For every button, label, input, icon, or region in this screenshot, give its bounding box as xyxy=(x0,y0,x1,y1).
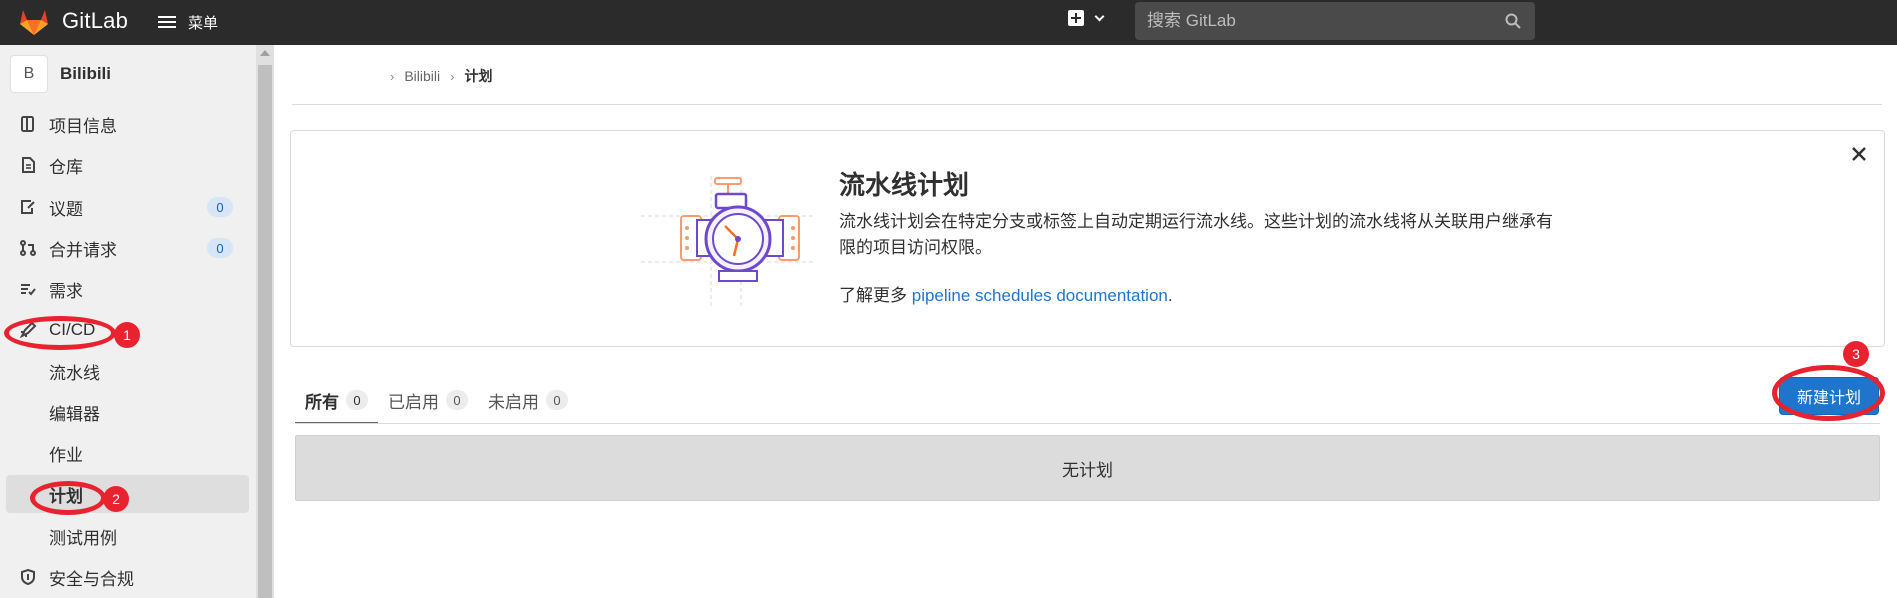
tab-count-badge: 0 xyxy=(446,390,468,410)
close-icon[interactable] xyxy=(1850,145,1868,163)
sidebar-item-label: 安全与合规 xyxy=(49,569,134,589)
search-input[interactable] xyxy=(1135,11,1485,31)
sidebar-subitem-label: 流水线 xyxy=(49,363,100,383)
sidebar-item-project-info[interactable]: 项目信息 xyxy=(0,105,256,143)
banner-title: 流水线计划 xyxy=(839,170,970,200)
sidebar-subitem-jobs[interactable]: 作业 xyxy=(0,434,256,472)
plus-square-icon xyxy=(1068,10,1084,26)
tab-label: 未启用 xyxy=(488,392,539,412)
project-avatar: B xyxy=(10,55,48,93)
annotation-badge-3: 3 xyxy=(1843,341,1869,367)
tab-count-badge: 0 xyxy=(546,390,568,410)
tab-inactive[interactable]: 未启用 0 xyxy=(478,376,578,424)
sidebar-project[interactable]: B Bilibili xyxy=(10,55,111,93)
tab-all[interactable]: 所有 0 xyxy=(295,376,378,424)
pipeline-valve-illustration xyxy=(641,176,816,306)
breadcrumb: › Bilibili › 计划 xyxy=(380,66,492,86)
tab-count-badge: 0 xyxy=(346,390,368,410)
schedule-tabs: 所有 0 已启用 0 未启用 0 xyxy=(295,376,578,424)
breadcrumb-separator-icon: › xyxy=(390,68,395,84)
sidebar-subitem-pipelines[interactable]: 流水线 xyxy=(0,352,256,390)
sidebar-item-issues[interactable]: 议题 0 xyxy=(0,188,256,226)
sidebar-subitem-editor[interactable]: 编辑器 xyxy=(0,393,256,431)
sidebar-item-label: 合并请求 xyxy=(49,240,117,260)
sidebar-item-repository[interactable]: 仓库 xyxy=(0,146,256,184)
banner-learn-more: 了解更多 pipeline schedules documentation. xyxy=(839,281,1173,306)
pipeline-schedules-docs-link[interactable]: pipeline schedules documentation xyxy=(912,286,1168,305)
shield-icon xyxy=(21,568,35,586)
breadcrumb-project[interactable]: Bilibili xyxy=(404,68,440,84)
annotation-badge-1: 1 xyxy=(114,322,140,348)
sidebar-item-security[interactable]: 安全与合规 xyxy=(0,558,256,596)
requirements-icon xyxy=(21,284,36,296)
merge-requests-count-badge: 0 xyxy=(207,238,233,258)
gitlab-logo[interactable]: GitLab xyxy=(18,6,128,36)
sidebar-subitem-test-cases[interactable]: 测试用例 xyxy=(0,517,256,555)
tab-label: 已启用 xyxy=(388,392,439,412)
sidebar-item-requirements[interactable]: 需求 xyxy=(0,270,256,308)
divider xyxy=(292,104,1882,105)
new-dropdown-button[interactable] xyxy=(1068,10,1105,26)
sidebar-subitem-label: 计划 xyxy=(49,486,83,506)
breadcrumb-separator-icon: › xyxy=(450,68,455,84)
info-icon xyxy=(21,116,34,132)
chevron-down-icon xyxy=(1094,11,1105,21)
sidebar-subitem-label: 作业 xyxy=(49,445,83,465)
scrollbar-thumb[interactable] xyxy=(258,65,272,598)
banner-description: 流水线计划会在特定分支或标签上自动定期运行流水线。这些计划的流水线将从关联用户继… xyxy=(839,212,1553,257)
rocket-icon xyxy=(19,321,37,339)
search-icon xyxy=(1505,13,1521,29)
top-bar: GitLab 菜单 xyxy=(0,0,1897,45)
sidebar-item-label: 议题 xyxy=(49,199,83,219)
merge-request-icon xyxy=(20,240,36,256)
annotation-badge-2: 2 xyxy=(103,486,129,512)
document-icon xyxy=(22,157,35,173)
menu-label: 菜单 xyxy=(188,14,219,32)
sidebar-scrollbar[interactable] xyxy=(256,45,274,598)
tab-label: 所有 xyxy=(305,392,339,412)
sidebar-item-merge-requests[interactable]: 合并请求 0 xyxy=(0,229,256,267)
empty-state: 无计划 xyxy=(295,435,1880,501)
tabs-divider xyxy=(295,423,1880,424)
app-name: GitLab xyxy=(62,8,129,33)
issues-icon xyxy=(21,200,35,214)
sidebar-item-label: 需求 xyxy=(49,281,83,301)
new-schedule-button[interactable]: 新建计划 xyxy=(1779,377,1879,415)
pipeline-schedules-banner: 流水线计划 流水线计划会在特定分支或标签上自动定期运行流水线。这些计划的流水线将… xyxy=(290,130,1885,347)
sidebar-item-label: 仓库 xyxy=(49,157,83,177)
learn-more-suffix: . xyxy=(1167,286,1173,305)
scroll-up-arrow-icon[interactable] xyxy=(260,50,270,56)
issues-count-badge: 0 xyxy=(207,197,233,217)
sidebar-subitem-label: 测试用例 xyxy=(49,528,117,548)
sidebar-subitem-label: 编辑器 xyxy=(49,404,100,424)
menu-button[interactable]: 菜单 xyxy=(158,9,218,35)
sidebar-item-label: CI/CD xyxy=(49,320,96,339)
sidebar-item-label: 项目信息 xyxy=(49,116,117,136)
tanuki-icon xyxy=(20,10,48,35)
learn-more-prefix: 了解更多 xyxy=(839,286,907,305)
breadcrumb-current[interactable]: 计划 xyxy=(464,66,492,86)
tab-active[interactable]: 已启用 0 xyxy=(378,376,478,424)
search-box[interactable] xyxy=(1135,2,1535,40)
hamburger-icon xyxy=(158,15,176,29)
project-name: Bilibili xyxy=(60,64,111,83)
